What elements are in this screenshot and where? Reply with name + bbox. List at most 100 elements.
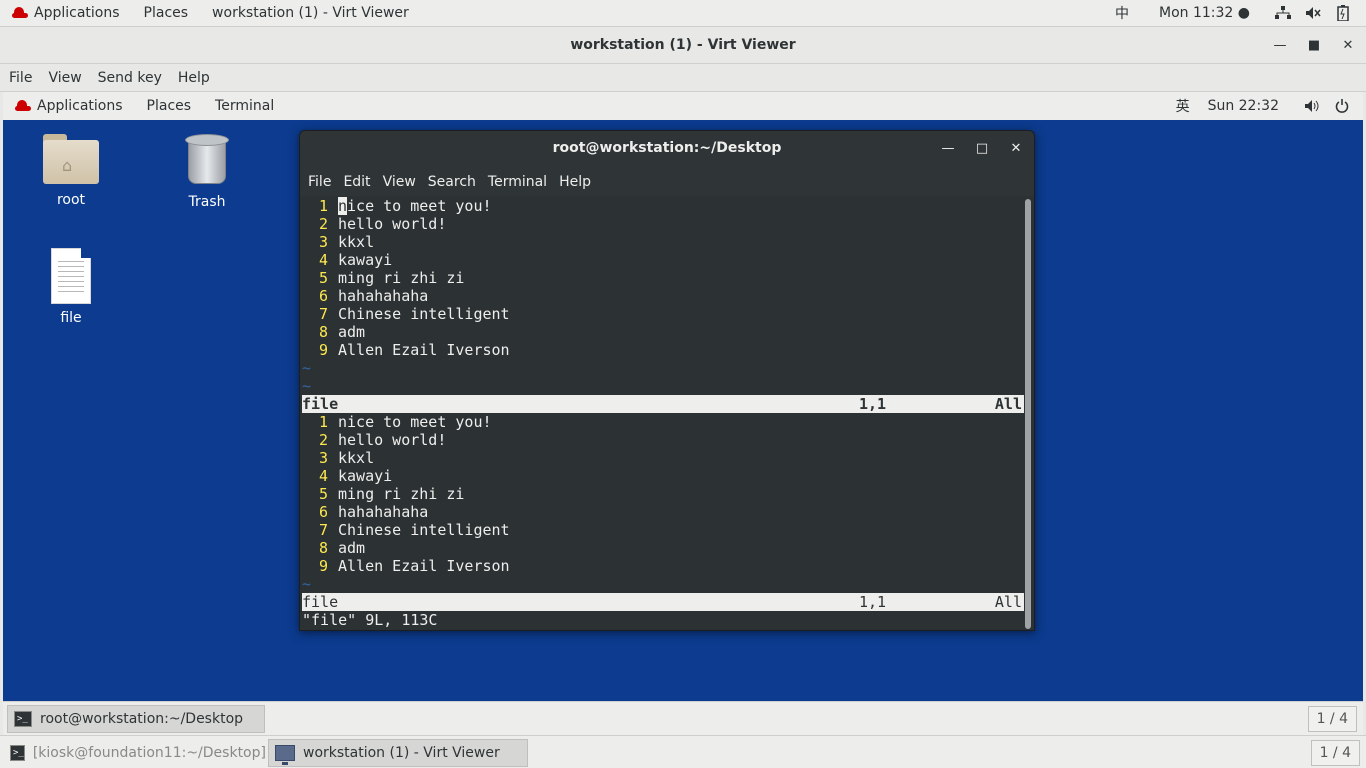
desktop-icon-root[interactable]: ⌂ root [21,134,121,208]
host-bottom-panel: >_ [kiosk@foundation11:~/Desktop] workst… [0,735,1366,768]
vim-line: 2 hello world! [318,215,447,233]
power-icon[interactable] [1327,93,1357,120]
vv-menu-view[interactable]: View [40,70,89,86]
vim-status-line-active: file 1,1 All [302,395,1024,413]
desktop-icon-file-label: file [60,310,82,326]
guest-clock-label: Sun 22:32 [1207,98,1279,114]
vim-line: 7 Chinese intelligent [318,521,510,539]
minimize-icon[interactable]: — [1270,36,1290,56]
trash-icon [185,134,229,186]
guest-input-method[interactable]: 英 [1164,93,1202,120]
virt-viewer-titlebar: workstation (1) - Virt Viewer — ■ ✕ [0,28,1366,64]
guest-taskbar-terminal-label: root@workstation:~/Desktop [40,711,244,727]
terminal-icon: >_ [14,711,32,727]
guest-places-label: Places [146,98,192,114]
term-menu-edit[interactable]: Edit [337,174,376,190]
vim-line: 5 ming ri zhi zi [318,269,465,287]
vim-line: 9 Allen Ezail Iverson [318,557,510,575]
vim-line-text: Allen Ezail Iverson [338,557,510,575]
term-menu-file[interactable]: File [302,174,337,190]
host-window-menu[interactable]: workstation (1) - Virt Viewer [200,0,421,27]
vim-line-text: kawayi [338,251,393,269]
vim-line-text: ming ri zhi zi [338,269,465,287]
host-taskbar-kiosk-label: [kiosk@foundation11:~/Desktop] [32,745,266,761]
virt-viewer-menubar: File View Send key Help [0,65,1366,92]
vim-line: 8 adm [318,323,366,341]
vim-empty-line: ~ [302,377,312,395]
vv-menu-help[interactable]: Help [170,70,218,86]
terminal-menubar: File Edit View Search Terminal Help [300,167,1034,196]
host-applications-menu[interactable]: Applications [0,0,132,27]
network-icon[interactable] [1268,0,1298,27]
vim-line-text: ice to meet you! [347,197,492,215]
desktop-icon-trash-label: Trash [188,194,226,210]
term-menu-view[interactable]: View [377,174,422,190]
desktop-icon-file[interactable]: file [21,248,121,326]
host-applications-label: Applications [34,5,120,21]
vim-line: 3 kkxl [318,449,375,467]
redhat-icon [12,7,28,19]
vv-menu-file[interactable]: File [0,70,40,86]
volume-icon[interactable] [1297,93,1327,120]
status-scroll: All [994,593,1022,611]
guest-terminal-menu[interactable]: Terminal [203,93,286,120]
desktop-icon-trash[interactable]: Trash [157,134,257,210]
terminal-scrollbar[interactable] [1025,199,1031,629]
vim-line-text: nice to meet you! [338,413,492,431]
vim-line: 1 nice to meet you! [318,413,492,431]
virt-viewer-icon [275,745,295,765]
virt-viewer-title: workstation (1) - Virt Viewer [570,37,796,53]
guest-taskbar-terminal[interactable]: >_ root@workstation:~/Desktop [7,705,265,733]
vim-empty-line: ~ [302,359,312,377]
vim-message-line: "file" 9L, 113C [302,611,438,629]
host-clock[interactable]: Mon 11:32 ● [1141,0,1268,27]
vim-line-text: adm [338,323,366,341]
vim-line-text: kkxl [338,449,375,467]
host-taskbar-virt-viewer[interactable]: workstation (1) - Virt Viewer [268,739,528,767]
guest-workspace-indicator[interactable]: 1 / 4 [1307,706,1357,732]
vim-line-text: ming ri zhi zi [338,485,465,503]
host-workspace-indicator[interactable]: 1 / 4 [1310,740,1360,766]
term-menu-terminal[interactable]: Terminal [482,174,553,190]
desktop-icon-root-label: root [56,192,86,208]
host-clock-label: Mon 11:32 ● [1159,5,1250,21]
vim-line: 7 Chinese intelligent [318,305,510,323]
host-places-menu[interactable]: Places [132,0,201,27]
status-filename: file [302,395,339,413]
guest-applications-menu[interactable]: Applications [3,93,135,120]
vim-line: 3 kkxl [318,233,375,251]
status-position: 1,1 [859,395,887,413]
vim-line-text: hahahahaha [338,287,429,305]
terminal-window: root@workstation:~/Desktop — □ ✕ File Ed… [299,130,1035,631]
vim-line: 6 hahahahaha [318,503,429,521]
status-scroll: All [994,395,1022,413]
terminal-maximize-icon[interactable]: □ [972,139,992,159]
battery-icon[interactable] [1328,0,1358,27]
vim-line-text: kawayi [338,467,393,485]
host-places-label: Places [143,5,189,21]
guest-top-bar: Applications Places Terminal 英 Sun 22:32 [3,92,1363,120]
host-input-method[interactable]: 中 [1103,0,1141,27]
host-taskbar-virt-viewer-label: workstation (1) - Virt Viewer [303,745,500,761]
guest-clock[interactable]: Sun 22:32 [1202,93,1297,120]
vim-line: 9 Allen Ezail Iverson [318,341,510,359]
guest-places-menu[interactable]: Places [135,93,204,120]
host-input-method-label: 中 [1115,6,1130,22]
home-folder-icon: ⌂ [43,134,99,184]
vim-line: 5 ming ri zhi zi [318,485,465,503]
status-filename: file [302,593,339,611]
vv-menu-send-key[interactable]: Send key [90,70,170,86]
vim-line: 4 kawayi [318,251,393,269]
terminal-body[interactable]: 1 nice to meet you! 2 hello world! 3 kkxl 4… [302,197,1024,629]
terminal-minimize-icon[interactable]: — [938,139,958,159]
maximize-icon[interactable]: ■ [1304,36,1324,56]
host-window-title-label: workstation (1) - Virt Viewer [212,5,409,21]
volume-muted-icon[interactable] [1298,0,1328,27]
host-taskbar-kiosk-terminal[interactable]: >_ [kiosk@foundation11:~/Desktop] [4,739,266,767]
terminal-close-icon[interactable]: ✕ [1006,139,1026,159]
close-icon[interactable]: ✕ [1338,36,1358,56]
guest-bottom-panel: >_ root@workstation:~/Desktop 1 / 4 [3,701,1363,735]
term-menu-search[interactable]: Search [422,174,482,190]
terminal-title: root@workstation:~/Desktop [552,140,782,156]
term-menu-help[interactable]: Help [553,174,597,190]
